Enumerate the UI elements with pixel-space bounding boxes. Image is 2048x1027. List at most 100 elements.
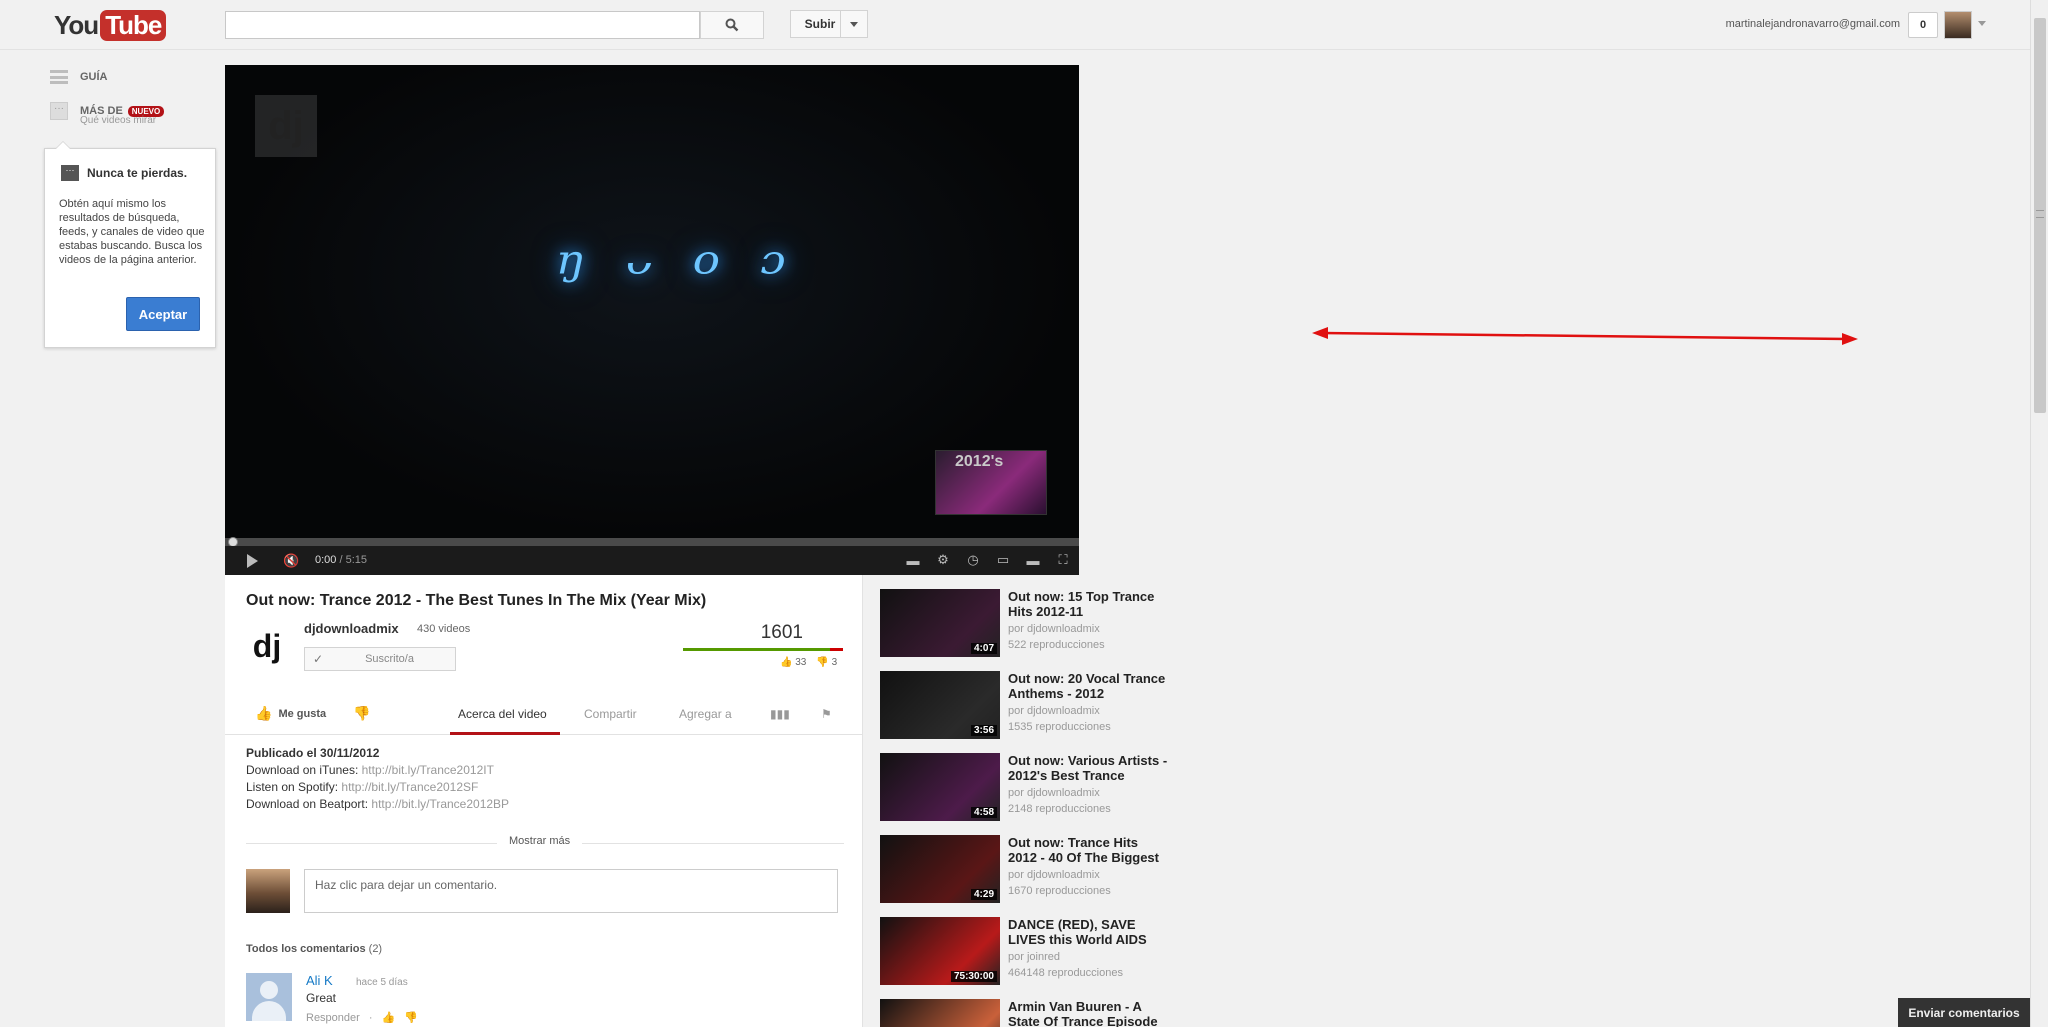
all-comments-count: (2) <box>368 943 383 955</box>
end-screen-text: 2012's <box>955 453 1004 470</box>
logo-you-text: You <box>54 9 99 40</box>
large-player-icon[interactable]: ▬ <box>1023 551 1043 569</box>
channel-avatar[interactable]: dj <box>246 625 288 667</box>
tab-add-to[interactable]: Agregar a <box>679 707 732 721</box>
dislikes-count: 3 <box>831 657 838 668</box>
thumbs-up-icon[interactable]: 👍 <box>382 1012 396 1024</box>
related-thumbnail[interactable]: 3:56 <box>880 671 1000 739</box>
watch-info-panel: Out now: Trance 2012 - The Best Tunes In… <box>225 575 863 1027</box>
desc-line-spotify: Listen on Spotify: http://bit.ly/Trance2… <box>246 780 479 794</box>
progress-bar[interactable] <box>225 538 1079 546</box>
video-player[interactable]: dj ᵑ ᵕ ᵒ ᵓ 2012's 🔇 0:00 / 5:15 ▬ ⚙ ◷ ▭ … <box>225 65 1079 575</box>
time-current: 0:00 <box>315 554 337 566</box>
related-channel[interactable]: por djdownloadmix <box>1008 623 1100 635</box>
video-title: Out now: Trance 2012 - The Best Tunes In… <box>246 592 707 609</box>
related-views: 1670 reproducciones <box>1008 885 1111 897</box>
duration-badge: 4:58 <box>970 807 997 818</box>
send-feedback-button[interactable]: Enviar comentarios <box>1898 998 2030 1027</box>
comment-author-avatar[interactable] <box>246 973 292 1021</box>
stats-icon[interactable]: ▮▮▮ <box>770 707 790 721</box>
related-title[interactable]: DANCE (RED), SAVE LIVES this World AIDS <box>1008 917 1170 947</box>
related-title[interactable]: Out now: Various Artists - 2012's Best T… <box>1008 753 1170 783</box>
channel-watermark[interactable]: dj <box>255 95 317 157</box>
fullscreen-icon[interactable]: ⛶ <box>1053 551 1073 569</box>
related-title[interactable]: Out now: 20 Vocal Trance Anthems - 2012 <box>1008 671 1170 701</box>
menu-icon <box>50 68 68 86</box>
spotify-link[interactable]: http://bit.ly/Trance2012SF <box>341 780 478 794</box>
video-frame[interactable]: dj ᵑ ᵕ ᵒ ᵓ 2012's <box>225 65 1079 538</box>
search-button[interactable] <box>700 11 764 39</box>
related-thumbnail[interactable]: 4:07 <box>880 589 1000 657</box>
user-email[interactable]: martinalejandronavarro@gmail.com <box>1670 18 1900 30</box>
related-item[interactable]: 75:30:00 DANCE (RED), SAVE LIVES this Wo… <box>877 916 1177 994</box>
small-player-icon[interactable]: ▭ <box>993 551 1013 569</box>
like-button[interactable]: 👍 Me gusta <box>255 705 326 722</box>
chevron-down-icon <box>850 21 858 27</box>
search-input[interactable] <box>225 11 700 39</box>
related-channel[interactable]: por djdownloadmix <box>1008 869 1100 881</box>
desc-line-itunes: Download on iTunes: http://bit.ly/Trance… <box>246 763 494 777</box>
related-channel[interactable]: por djdownloadmix <box>1008 705 1100 717</box>
dislike-button[interactable]: 👎 <box>353 705 370 722</box>
mute-icon[interactable]: 🔇 <box>283 553 299 569</box>
related-item[interactable]: 3:56 Out now: 20 Vocal Trance Anthems - … <box>877 670 1177 748</box>
notification-count[interactable]: 0 <box>1908 12 1938 38</box>
more-icon: ··· <box>61 165 79 181</box>
flag-icon[interactable]: ⚑ <box>821 707 832 721</box>
related-thumbnail[interactable]: 4:29 <box>880 835 1000 903</box>
related-thumbnail[interactable]: 75:30:00 <box>880 917 1000 985</box>
time-total: / 5:15 <box>339 554 368 566</box>
thumbs-down-icon[interactable]: 👎 <box>404 1012 418 1024</box>
related-thumbnail[interactable]: 4:58 <box>880 753 1000 821</box>
comment-actions: Responder · 👍 👎 <box>306 1012 419 1024</box>
grip-icon <box>2036 210 2044 218</box>
like-ratio-fill <box>683 648 830 651</box>
itunes-link[interactable]: http://bit.ly/Trance2012IT <box>362 763 494 777</box>
duration-badge: 4:07 <box>970 643 997 654</box>
time-display: 0:00 / 5:15 <box>315 554 367 566</box>
related-views: 464148 reproducciones <box>1008 967 1123 979</box>
subscribe-button[interactable]: ✓ Suscrito/a <box>304 647 456 671</box>
comment-input[interactable]: Haz clic para dejar un comentario. <box>304 869 838 913</box>
tab-about[interactable]: Acerca del video <box>458 707 547 721</box>
related-channel[interactable]: por joinred <box>1008 951 1060 963</box>
upload-dropdown-button[interactable] <box>840 10 868 38</box>
active-tab-indicator <box>450 732 560 735</box>
related-title[interactable]: Armin Van Buuren - A State Of Trance Epi… <box>1008 999 1170 1027</box>
accept-button[interactable]: Aceptar <box>126 297 200 331</box>
related-item[interactable]: Armin Van Buuren - A State Of Trance Epi… <box>877 998 1177 1027</box>
related-item[interactable]: 4:29 Out now: Trance Hits 2012 - 40 Of T… <box>877 834 1177 912</box>
check-icon: ✓ <box>313 652 324 666</box>
action-tabs: 👍 Me gusta 👎 Acerca del video Compartir … <box>225 695 863 735</box>
show-more-button[interactable]: Mostrar más <box>497 835 583 847</box>
thumbs-down-icon: 👎 <box>816 657 829 668</box>
guide-toggle[interactable]: GUÍA <box>50 68 108 86</box>
view-count: 1601 <box>760 622 803 643</box>
annotation-double-arrow <box>1312 327 1858 345</box>
related-title[interactable]: Out now: 15 Top Trance Hits 2012-11 <box>1008 589 1170 619</box>
beatport-link[interactable]: http://bit.ly/Trance2012BP <box>371 797 509 811</box>
related-views: 2148 reproducciones <box>1008 803 1111 815</box>
masthead: You Tube Subir martinalejandronavarro@gm… <box>0 0 2030 50</box>
related-item[interactable]: 4:58 Out now: Various Artists - 2012's B… <box>877 752 1177 830</box>
captions-icon[interactable]: ▬ <box>903 551 923 569</box>
related-channel[interactable]: por djdownloadmix <box>1008 787 1100 799</box>
published-date: Publicado el 30/11/2012 <box>246 746 380 760</box>
likes-count: 33 <box>795 657 807 668</box>
watch-later-icon[interactable]: ◷ <box>963 551 983 569</box>
account-menu-button[interactable] <box>1978 21 1986 26</box>
channel-name[interactable]: djdownloadmix <box>304 621 399 636</box>
logo-tube-text: Tube <box>100 9 167 41</box>
user-avatar[interactable] <box>1944 11 1972 39</box>
related-title[interactable]: Out now: Trance Hits 2012 - 40 Of The Bi… <box>1008 835 1170 865</box>
gear-icon[interactable]: ⚙ <box>933 551 953 569</box>
channel-video-count[interactable]: 430 videos <box>417 623 470 635</box>
page-scrollbar[interactable] <box>2030 0 2048 1027</box>
reply-link[interactable]: Responder <box>306 1012 360 1024</box>
comment-author[interactable]: Ali K <box>306 973 333 988</box>
tab-share[interactable]: Compartir <box>584 707 637 721</box>
play-icon[interactable] <box>247 554 258 568</box>
youtube-logo[interactable]: You Tube <box>54 9 167 41</box>
related-thumbnail[interactable] <box>880 999 1000 1027</box>
related-item[interactable]: 4:07 Out now: 15 Top Trance Hits 2012-11… <box>877 588 1177 666</box>
